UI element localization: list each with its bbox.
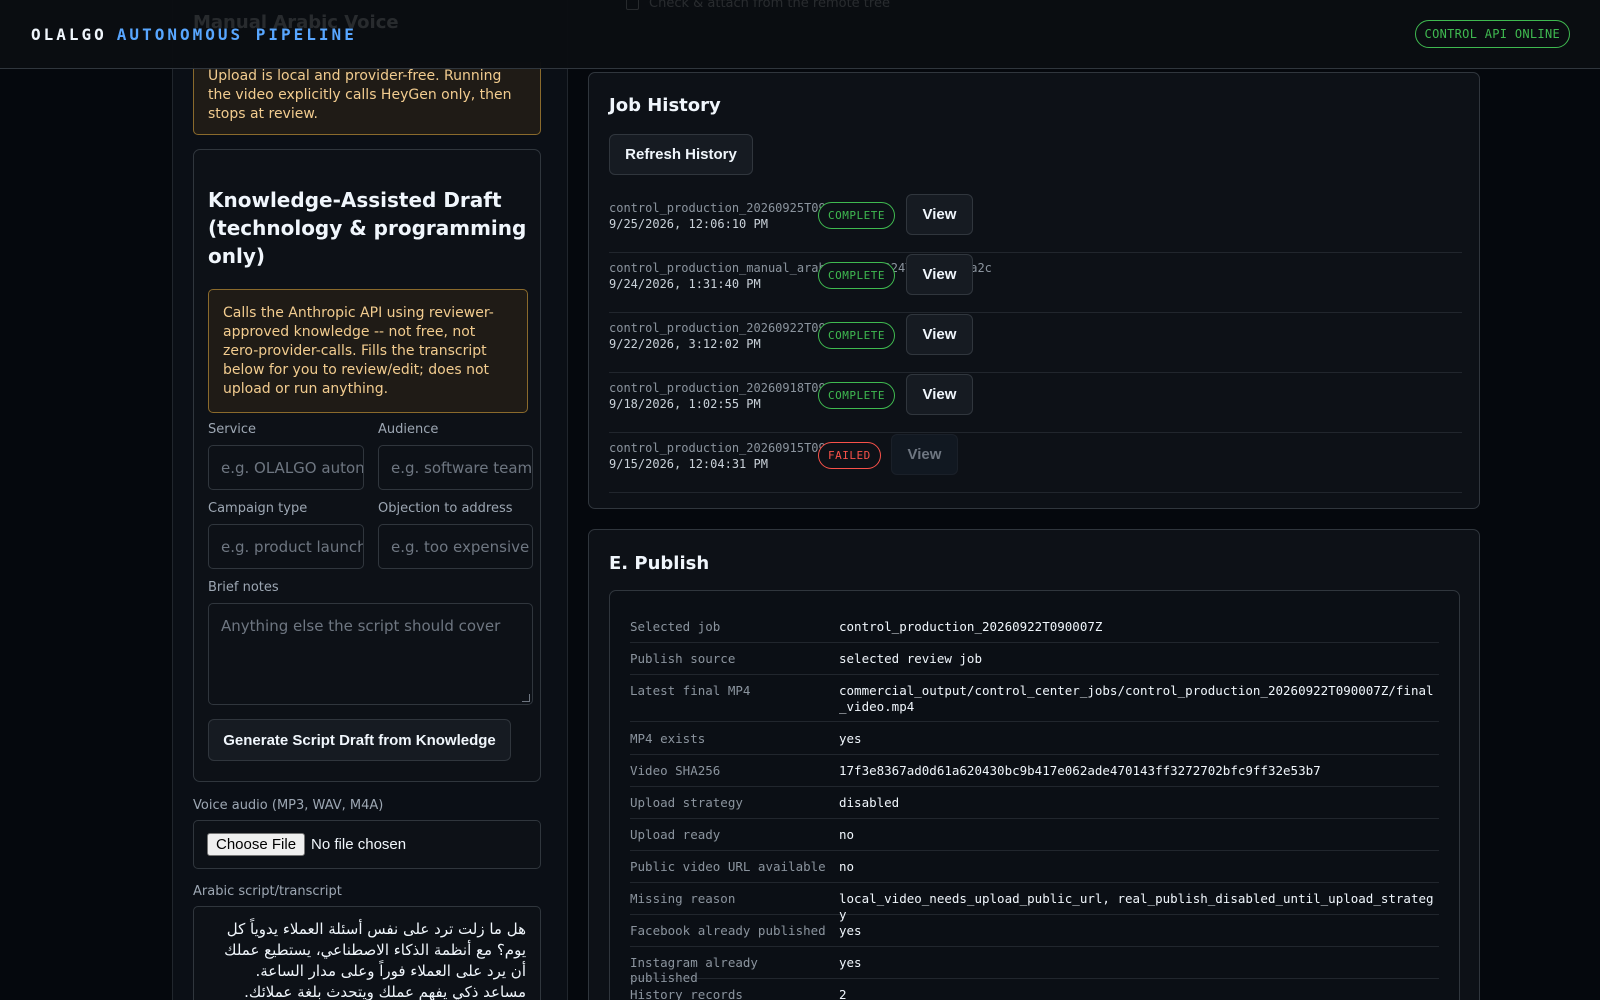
view-job-button[interactable]: View: [906, 254, 973, 295]
job-row: control_production_20260918T090003Z 9/18…: [609, 373, 1462, 433]
publish-key: Instagram already published: [630, 955, 758, 985]
job-row: control_production_20260922T090007Z 9/22…: [609, 313, 1462, 373]
view-job-button[interactable]: View: [906, 194, 973, 235]
voice-audio-file-input[interactable]: Choose File No file chosen: [193, 820, 541, 869]
publish-row: Upload strategy disabled: [630, 795, 1439, 819]
objection-input[interactable]: e.g. too expensive: [378, 524, 533, 569]
audience-label: Audience: [378, 422, 439, 437]
publish-key: Public video URL available: [630, 859, 826, 874]
service-input[interactable]: e.g. OLALGO autonomous pipeline: [208, 445, 364, 490]
publish-row: Upload ready no: [630, 827, 1439, 851]
job-row: control_production_20260915T090005Z 9/15…: [609, 433, 1462, 493]
publish-row: Facebook already published yes: [630, 923, 1439, 947]
publish-row: Video SHA256 17f3e8367ad0d61a620430bc9b4…: [630, 763, 1439, 787]
knowledge-draft-title: Knowledge-Assisted Draft (technology & p…: [208, 188, 527, 268]
publish-key: History records: [630, 987, 743, 1000]
anthropic-api-notice: Calls the Anthropic API using reviewer-a…: [208, 289, 528, 413]
brief-notes-label: Brief notes: [208, 580, 279, 595]
publish-value: yes: [839, 923, 862, 938]
publish-key: Missing reason: [630, 891, 736, 906]
publish-value: disabled: [839, 795, 900, 810]
job-date: 9/25/2026, 12:06:10 PM: [609, 217, 768, 231]
objection-label: Objection to address: [378, 501, 513, 516]
view-job-button-disabled: View: [891, 434, 958, 475]
publish-row: Latest final MP4 commercial_output/contr…: [630, 683, 1439, 722]
publish-key: Facebook already published: [630, 923, 826, 938]
brand-main: OLALGO: [31, 24, 107, 44]
api-status-badge: CONTROL API ONLINE: [1414, 20, 1570, 48]
ghost-checkbox-label: Check & attach from the remote tree: [649, 0, 890, 11]
publish-value: 2: [839, 987, 847, 1000]
service-label: Service: [208, 422, 257, 437]
job-date: 9/24/2026, 1:31:40 PM: [609, 277, 761, 291]
publish-key: Upload ready: [630, 827, 721, 842]
publish-value: no: [839, 827, 855, 842]
upload-notice: Upload is local and provider-free. Runni…: [193, 62, 541, 135]
choose-file-button[interactable]: Choose File: [207, 833, 306, 856]
resize-handle-icon[interactable]: [522, 694, 530, 702]
publish-value: 17f3e8367ad0d61a620430bc9b417e062ade4701…: [839, 763, 1321, 778]
voice-audio-label: Voice audio (MP3, WAV, M4A): [193, 798, 384, 813]
publish-key: Publish source: [630, 651, 736, 666]
job-date: 9/15/2026, 12:04:31 PM: [609, 457, 768, 471]
job-history-title: Job History: [609, 95, 721, 116]
campaign-type-input[interactable]: e.g. product launch: [208, 524, 364, 569]
brief-notes-textarea[interactable]: Anything else the script should cover: [208, 603, 533, 705]
left-panel: Upload is local and provider-free. Runni…: [172, 0, 568, 1000]
view-job-button[interactable]: View: [906, 374, 973, 415]
ghost-checkbox: [626, 0, 639, 10]
publish-value: commercial_output/control_center_jobs/co…: [839, 683, 1434, 714]
knowledge-draft-card: Knowledge-Assisted Draft (technology & p…: [193, 149, 541, 782]
publish-key: MP4 exists: [630, 731, 706, 746]
publish-row: Public video URL available no: [630, 859, 1439, 883]
campaign-type-label: Campaign type: [208, 501, 308, 516]
job-status-badge: COMPLETE: [818, 262, 895, 289]
publish-row: History records 2: [630, 987, 1439, 1000]
publish-row: Selected job control_production_20260922…: [630, 619, 1439, 643]
ghost-checkbox-row: Check & attach from the remote tree: [626, 0, 890, 11]
publish-value: selected review job: [839, 651, 982, 666]
job-date: 9/18/2026, 1:02:55 PM: [609, 397, 761, 411]
publish-value: control_production_20260922T090007Z: [839, 619, 1103, 634]
publish-value: yes: [839, 955, 862, 970]
job-status-badge: COMPLETE: [818, 322, 895, 349]
ghost-section-heading: Manual Arabic Voice: [193, 12, 399, 33]
publish-details: Selected job control_production_20260922…: [609, 590, 1460, 1000]
job-date: 9/22/2026, 3:12:02 PM: [609, 337, 761, 351]
job-row: control_production_manual_arabic_2026092…: [609, 253, 1462, 313]
audience-input[interactable]: e.g. software teams: [378, 445, 533, 490]
arabic-script-label: Arabic script/transcript: [193, 884, 342, 899]
job-row: control_production_20260925T090004Z 9/25…: [609, 193, 1462, 253]
view-job-button[interactable]: View: [906, 314, 973, 355]
job-status-badge: COMPLETE: [818, 382, 895, 409]
file-status: No file chosen: [311, 836, 407, 853]
publish-key: Selected job: [630, 619, 721, 634]
brief-notes-placeholder: Anything else the script should cover: [221, 617, 501, 635]
arabic-script-textarea[interactable]: هل ما زلت ترد على نفس أسئلة العملاء يدوي…: [193, 906, 541, 1000]
publish-key: Video SHA256: [630, 763, 721, 778]
publish-row: Publish source selected review job: [630, 651, 1439, 675]
publish-title: E. Publish: [609, 553, 710, 574]
publish-row: Instagram already published yes: [630, 955, 1439, 985]
refresh-history-button[interactable]: Refresh History: [609, 134, 753, 175]
job-history-card: Job History Refresh History control_prod…: [588, 72, 1480, 509]
publish-value: local_video_needs_upload_public_url, rea…: [839, 891, 1434, 922]
publish-row: MP4 exists yes: [630, 731, 1439, 755]
publish-row: Missing reason local_video_needs_upload_…: [630, 891, 1439, 922]
publish-key: Latest final MP4: [630, 683, 751, 698]
publish-card: E. Publish Selected job control_producti…: [588, 529, 1480, 1000]
job-status-badge: FAILED: [818, 442, 881, 469]
generate-script-button[interactable]: Generate Script Draft from Knowledge: [208, 719, 511, 761]
publish-value: yes: [839, 731, 862, 746]
job-status-badge: COMPLETE: [818, 202, 895, 229]
publish-value: no: [839, 859, 855, 874]
publish-key: Upload strategy: [630, 795, 743, 810]
